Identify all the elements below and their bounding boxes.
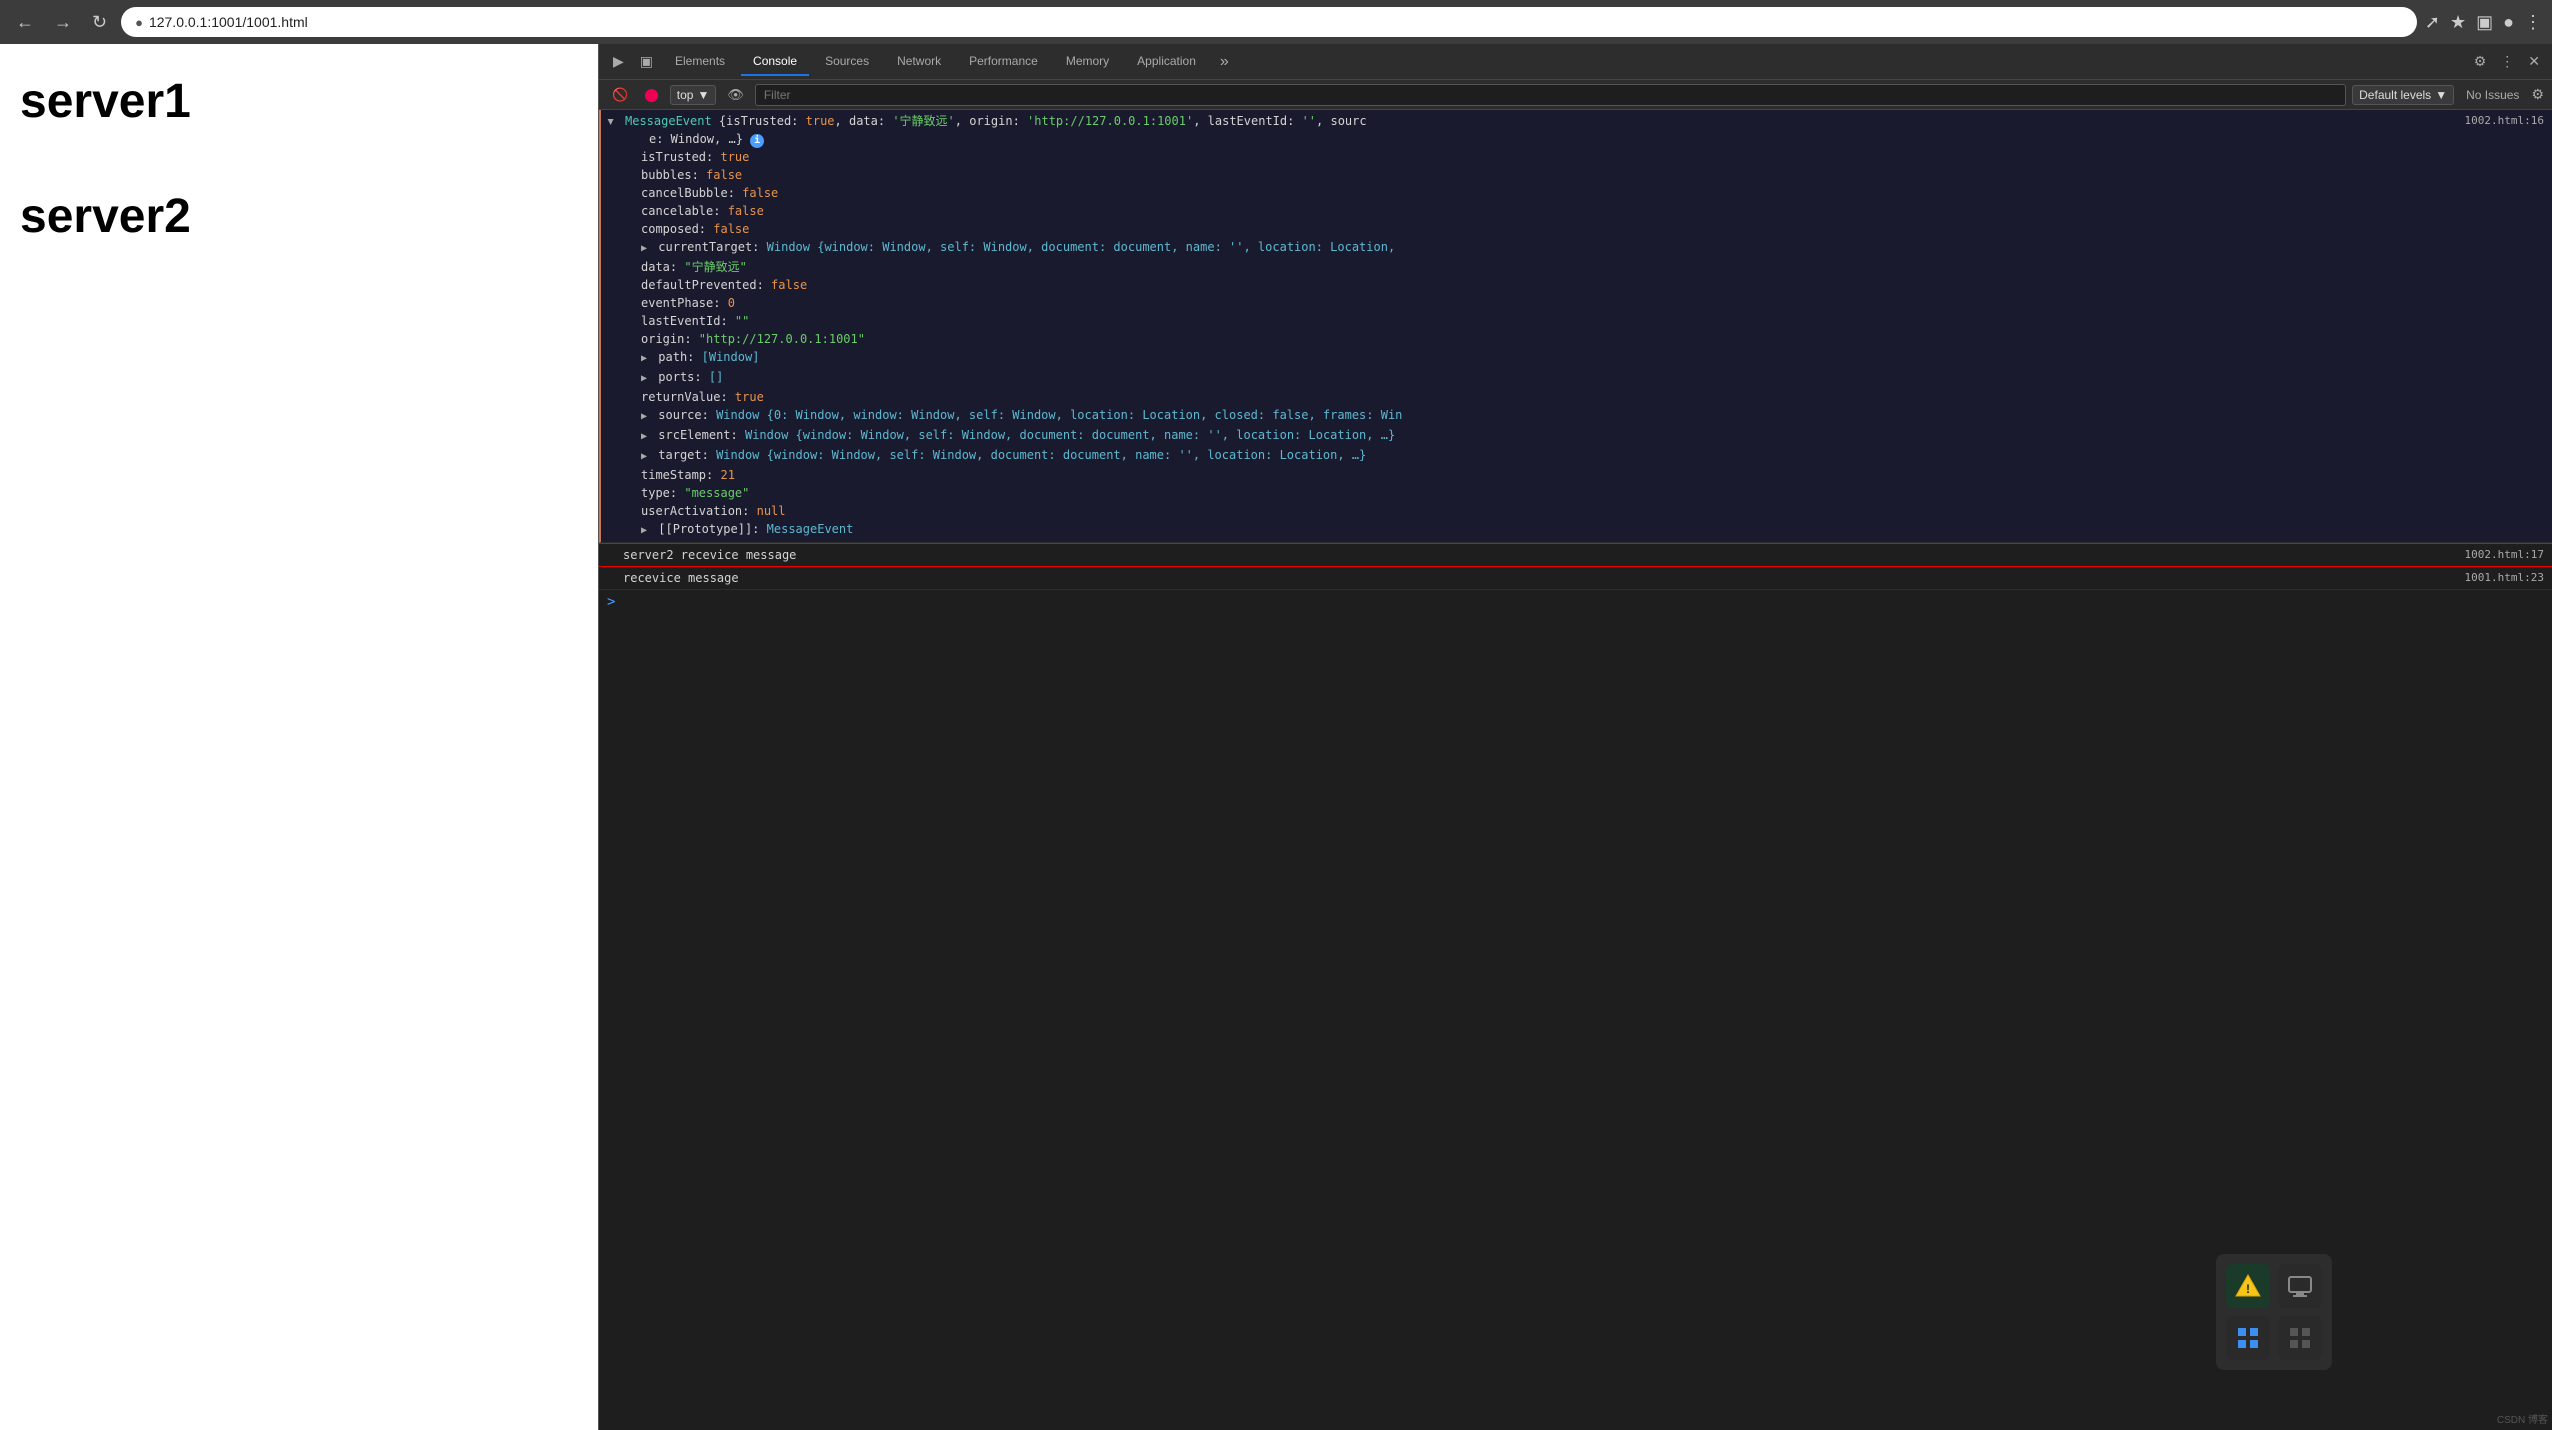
file-ref-1[interactable]: 1002.html:16 — [2465, 112, 2544, 130]
prop-data: data: "宁静致远" — [625, 258, 2544, 276]
server2-heading: server2 — [20, 189, 578, 244]
tab-overflow[interactable]: » — [1212, 49, 1237, 75]
prop-defaultPrevented: defaultPrevented: false — [625, 276, 2544, 294]
window-icon[interactable]: ▣ — [2476, 12, 2493, 33]
app-icon-warning[interactable]: ! — [2226, 1264, 2270, 1308]
expand-arrow-target[interactable]: ▶ — [641, 451, 647, 462]
prop-cancelable: cancelable: false — [625, 202, 2544, 220]
context-dropdown-icon: ▼ — [697, 88, 709, 102]
recevice-log-text: recevice message — [623, 571, 739, 585]
tab-console[interactable]: Console — [741, 48, 809, 76]
expand-arrow-1[interactable]: ▶ — [601, 119, 619, 125]
prop-cancelBubble: cancelBubble: false — [625, 184, 2544, 202]
levels-label: Default levels — [2359, 88, 2431, 102]
prop-origin: origin: "http://127.0.0.1:1001" — [625, 330, 2544, 348]
filter-input[interactable] — [755, 84, 2346, 106]
prop-prototype[interactable]: ▶ [[Prototype]]: MessageEvent — [625, 520, 2544, 540]
server2-log-text: server2 recevice message — [623, 548, 796, 562]
address-bar[interactable]: ● 127.0.0.1:1001/1001.html — [121, 7, 2417, 37]
console-output[interactable]: 1002.html:16 ▶ MessageEvent {isTrusted: … — [599, 110, 2552, 1430]
expand-arrow-currentTarget[interactable]: ▶ — [641, 243, 647, 254]
console-prompt[interactable]: > — [599, 590, 2552, 614]
obj-header-cont: e: Window, …} i — [625, 132, 764, 146]
devtools-panel: ▶ ▣ Elements Console Sources Network Per… — [598, 44, 2552, 1430]
devtools-topbar: ▶ ▣ Elements Console Sources Network Per… — [599, 44, 2552, 80]
prop-currentTarget[interactable]: ▶ currentTarget: Window {window: Window,… — [625, 238, 2544, 258]
close-devtools-icon[interactable]: ✕ — [2524, 49, 2544, 74]
expand-arrow-source[interactable]: ▶ — [641, 411, 647, 422]
expand-arrow-srcElement[interactable]: ▶ — [641, 431, 647, 442]
back-button[interactable]: ← — [10, 10, 40, 35]
tab-memory[interactable]: Memory — [1054, 48, 1121, 76]
prop-userActivation: userActivation: null — [625, 502, 2544, 520]
prop-source[interactable]: ▶ source: Window {0: Window, window: Win… — [625, 406, 2544, 426]
forward-button[interactable]: → — [48, 10, 78, 35]
profile-icon[interactable]: ● — [2503, 12, 2514, 33]
prop-srcElement[interactable]: ▶ srcElement: Window {window: Window, se… — [625, 426, 2544, 446]
browser-toolbar-right: ➚ ★ ▣ ● ⋮ — [2425, 12, 2542, 33]
tab-performance[interactable]: Performance — [957, 48, 1050, 76]
message-event-entry: 1002.html:16 ▶ MessageEvent {isTrusted: … — [599, 110, 2552, 543]
browser-chrome: ← → ↻ ● 127.0.0.1:1001/1001.html ➚ ★ ▣ ●… — [0, 0, 2552, 44]
expand-arrow-prototype[interactable]: ▶ — [641, 525, 647, 536]
menu-icon[interactable]: ⋮ — [2524, 12, 2542, 33]
tab-sources[interactable]: Sources — [813, 48, 881, 76]
app-icon-grid[interactable] — [2226, 1316, 2270, 1360]
recevice-log-entry: 1001.html:23 recevice message — [599, 567, 2552, 590]
tab-network[interactable]: Network — [885, 48, 953, 76]
tab-elements[interactable]: Elements — [663, 48, 737, 76]
console-toolbar: 🚫 ⬤ top ▼ 👁 Default levels ▼ No Issues ⚙ — [599, 80, 2552, 110]
url-text: 127.0.0.1:1001/1001.html — [149, 14, 308, 30]
console-input[interactable] — [623, 595, 2544, 609]
svg-text:!: ! — [2246, 1282, 2250, 1296]
reload-button[interactable]: ↻ — [86, 10, 113, 35]
no-errors-btn[interactable]: ⬤ — [639, 85, 664, 105]
prop-isTrusted: isTrusted: true — [625, 148, 2544, 166]
devtools-right-icons: ⚙ ⋮ ✕ — [2470, 49, 2544, 74]
prop-bubbles: bubbles: false — [625, 166, 2544, 184]
tab-application[interactable]: Application — [1125, 48, 1208, 76]
prop-timeStamp: timeStamp: 21 — [625, 466, 2544, 484]
bookmark-icon[interactable]: ★ — [2450, 12, 2466, 33]
context-label: top — [677, 88, 694, 102]
console-settings-icon[interactable]: ⚙ — [2531, 86, 2544, 103]
prop-composed: composed: false — [625, 220, 2544, 238]
clear-console-btn[interactable]: 🚫 — [607, 85, 633, 105]
share-icon[interactable]: ➚ — [2425, 12, 2440, 33]
levels-select[interactable]: Default levels ▼ — [2352, 85, 2454, 105]
obj-header: MessageEvent {isTrusted: true, data: '宁静… — [625, 114, 1367, 128]
file-ref-3[interactable]: 1001.html:23 — [2465, 569, 2544, 587]
prop-eventPhase: eventPhase: 0 — [625, 294, 2544, 312]
expand-arrow-ports[interactable]: ▶ — [641, 373, 647, 384]
settings-icon[interactable]: ⚙ — [2470, 49, 2491, 74]
info-icon[interactable]: i — [750, 134, 764, 148]
prop-target[interactable]: ▶ target: Window {window: Window, self: … — [625, 446, 2544, 466]
server2-log-entry: 1002.html:17 server2 recevice message — [599, 543, 2552, 567]
expand-arrow-path[interactable]: ▶ — [641, 353, 647, 364]
prop-ports[interactable]: ▶ ports: [] — [625, 368, 2544, 388]
app-icons-overlay: ! — [2216, 1254, 2332, 1370]
main-area: server1 server2 ▶ ▣ Elements Console Sou… — [0, 44, 2552, 1430]
more-options-icon[interactable]: ⋮ — [2496, 49, 2518, 74]
prop-path[interactable]: ▶ path: [Window] — [625, 348, 2544, 368]
prop-lastEventId: lastEventId: "" — [625, 312, 2544, 330]
server1-heading: server1 — [20, 74, 578, 129]
prop-type: type: "message" — [625, 484, 2544, 502]
prop-returnValue: returnValue: true — [625, 388, 2544, 406]
levels-dropdown-icon: ▼ — [2435, 88, 2447, 102]
app-icon-screen[interactable] — [2278, 1264, 2322, 1308]
device-toggle-btn[interactable]: ▣ — [634, 49, 659, 74]
issues-btn[interactable]: No Issues — [2460, 86, 2525, 104]
inspect-element-btn[interactable]: ▶ — [607, 49, 630, 74]
prompt-symbol: > — [607, 594, 615, 610]
secure-icon: ● — [135, 15, 143, 30]
file-ref-2[interactable]: 1002.html:17 — [2465, 546, 2544, 564]
context-select[interactable]: top ▼ — [670, 85, 717, 105]
watermark: CSDN 博客 — [2497, 1411, 2548, 1426]
eye-btn[interactable]: 👁 — [722, 85, 749, 105]
page-content: server1 server2 — [0, 44, 598, 1430]
app-icon-dark-grid[interactable] — [2278, 1316, 2322, 1360]
